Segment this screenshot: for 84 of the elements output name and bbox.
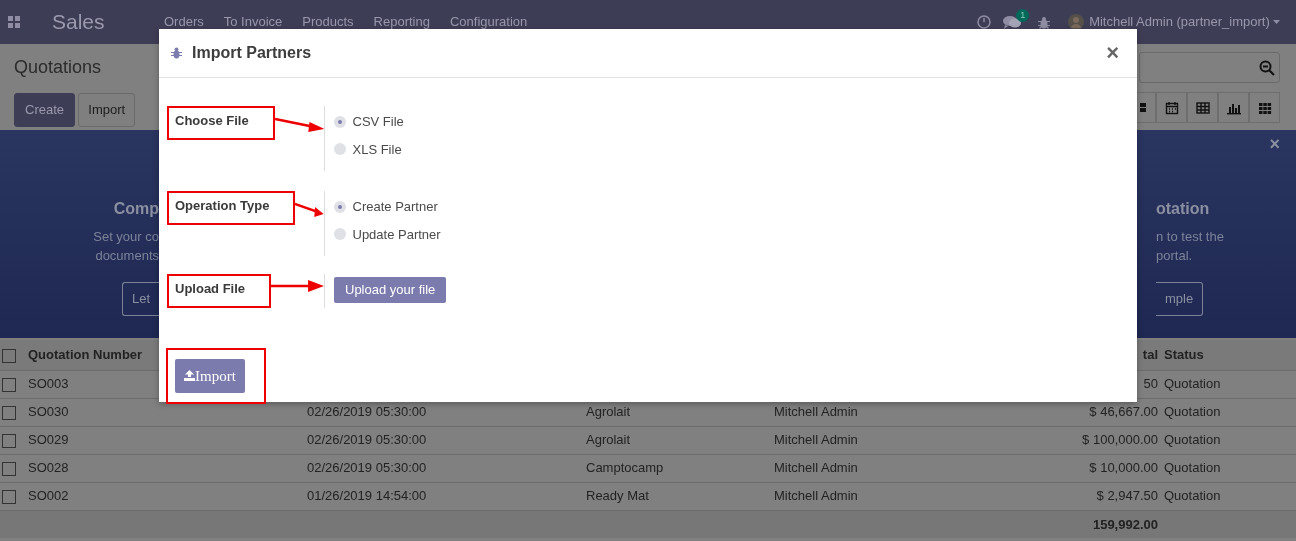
table-cell: 01/26/2019 14:54:00 (307, 488, 427, 504)
chat-icon[interactable] (1003, 15, 1022, 29)
checkbox[interactable] (2, 489, 16, 504)
table-cell: 02/26/2019 05:30:00 (307, 460, 427, 476)
avatar-icon (1068, 14, 1085, 30)
table-cell: Quotation (1164, 460, 1221, 476)
table-cell: Quotation (1164, 432, 1221, 448)
table-cell: Agrolait (586, 404, 631, 420)
table-cell: Mitchell Admin (774, 460, 858, 476)
list-view-icon[interactable] (1195, 100, 1210, 115)
table-cell: Quotation (1164, 488, 1221, 504)
table-cell: Ready Mat (586, 488, 649, 504)
checkbox[interactable] (2, 433, 16, 448)
app-name[interactable]: Sales (52, 6, 164, 38)
dialog-title: Import Partners (192, 43, 313, 63)
import-button[interactable]: Import (175, 358, 245, 393)
column-header[interactable]: Status (1164, 347, 1204, 362)
table-cell: Mitchell Admin (774, 488, 858, 504)
table-cell: Quotation (1164, 404, 1221, 420)
apps-icon[interactable] (8, 16, 20, 28)
table-cell: Quotation (1164, 376, 1221, 392)
pivot-view-icon[interactable] (1257, 100, 1272, 115)
radio-button[interactable] (334, 228, 346, 241)
radio-button[interactable] (334, 115, 346, 128)
option-label[interactable]: CSV File (352, 112, 404, 132)
banner-button[interactable]: mple (1156, 282, 1204, 316)
banner-text: Set your co documents (93, 228, 159, 265)
menu-item[interactable]: Products (302, 12, 354, 32)
checkbox[interactable] (2, 461, 16, 476)
table-cell: Mitchell Admin (774, 404, 858, 420)
checkbox[interactable] (2, 405, 16, 420)
upload-button[interactable]: Upload your file (334, 277, 447, 303)
menu-item[interactable]: Reporting (373, 12, 430, 32)
field-label: Operation Type (167, 191, 296, 225)
banner-text: n to test the portal. (1156, 228, 1224, 265)
bug-icon (171, 47, 182, 59)
option-label[interactable]: Update Partner (352, 224, 441, 244)
upload-icon (184, 370, 195, 382)
search-field[interactable] (1139, 52, 1280, 83)
radio-button[interactable] (334, 200, 346, 213)
zoom-out-icon[interactable] (1259, 59, 1275, 76)
table-cell: $ 10,000.00 (1089, 460, 1158, 476)
checkbox[interactable] (2, 348, 16, 363)
create-button[interactable]: Create (14, 93, 76, 127)
menu-item[interactable]: Configuration (449, 12, 528, 32)
annotation-arrow (271, 278, 324, 294)
annotation-arrow (274, 116, 324, 132)
table-cell: SO029 (28, 432, 69, 448)
close-button[interactable]: × (1100, 41, 1125, 65)
table-cell: 02/26/2019 05:30:00 (307, 404, 427, 420)
field-label: Choose File (167, 106, 275, 140)
table-cell: Agrolait (586, 432, 631, 448)
table-cell: $ 2,947.50 (1096, 488, 1158, 504)
annotation-arrow (295, 201, 324, 217)
clock-icon[interactable] (977, 15, 992, 29)
user-menu[interactable]: Mitchell Admin (partner_import) (1089, 12, 1280, 32)
banner-title: Comp (113, 199, 159, 219)
table-cell: SO028 (28, 460, 69, 476)
table-cell: Mitchell Admin (774, 432, 858, 448)
menu-item[interactable]: To Invoice (223, 12, 283, 32)
option-label[interactable]: XLS File (352, 139, 402, 159)
bug-icon[interactable] (1038, 15, 1051, 29)
radio-button[interactable] (334, 143, 346, 156)
banner-title: otation (1156, 199, 1210, 219)
checkbox[interactable] (2, 377, 16, 392)
message-count-badge: 1 (1016, 9, 1030, 22)
menu-item[interactable]: Orders (164, 12, 204, 32)
table-cell: Camptocamp (586, 460, 664, 476)
table-cell: 02/26/2019 05:30:00 (307, 432, 427, 448)
column-header[interactable]: tal (1142, 347, 1158, 362)
page-title: Quotations (14, 56, 103, 79)
banner-close-button[interactable]: × (1263, 134, 1286, 154)
field-label: Upload File (167, 274, 272, 308)
table-cell: 50 (1143, 376, 1158, 392)
calendar-view-icon[interactable] (1164, 100, 1179, 115)
total-amount: 159,992.00 (1092, 516, 1158, 532)
caret-icon (1273, 20, 1280, 24)
table-cell: SO003 (28, 376, 69, 392)
option-label[interactable]: Create Partner (352, 197, 438, 217)
table-cell: $ 100,000.00 (1082, 432, 1158, 448)
table-cell: $ 46,667.00 (1089, 404, 1158, 420)
table-cell: SO002 (28, 488, 69, 504)
table-cell: SO030 (28, 404, 69, 420)
import-button[interactable]: Import (78, 93, 136, 127)
